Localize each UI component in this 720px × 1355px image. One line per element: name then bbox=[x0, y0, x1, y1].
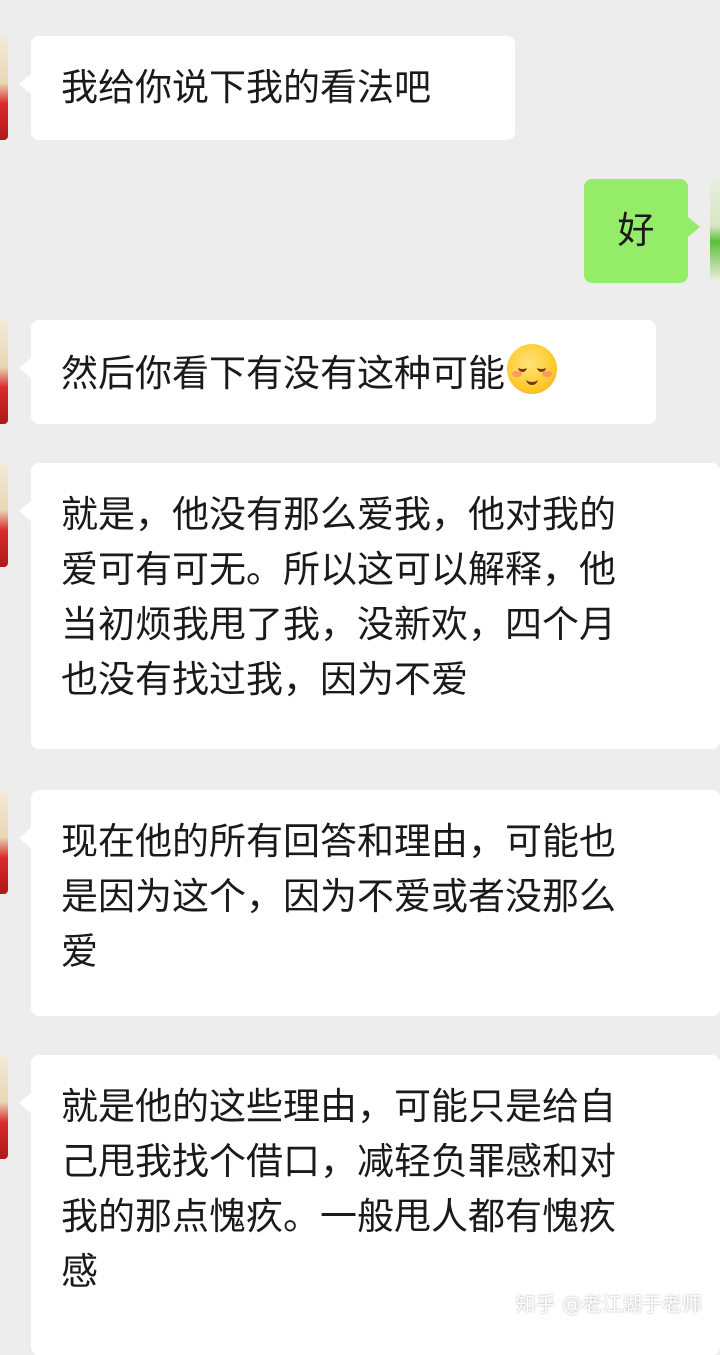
contact-avatar[interactable] bbox=[0, 790, 8, 894]
message-line: 当初烦我甩了我，没新欢，四个月 bbox=[61, 603, 616, 646]
message-bubble-incoming[interactable]: 我给你说下我的看法吧 bbox=[19, 36, 515, 140]
contact-avatar[interactable] bbox=[0, 1055, 8, 1159]
message-bubble-incoming[interactable]: 然后你看下有没有这种可能 bbox=[19, 320, 656, 424]
message-line: 好 bbox=[617, 209, 655, 252]
message-line: 也没有找过我，因为不爱 bbox=[61, 658, 468, 701]
message-line: 就是他的这些理由，可能只是给自 bbox=[61, 1085, 616, 1128]
smiling-face-with-blush-emoji bbox=[507, 344, 557, 394]
message-line: 己甩我找个借口，减轻负罪感和对 bbox=[61, 1140, 616, 1183]
message-bubble-incoming[interactable]: 就是，他没有那么爱我，他对我的 爱可有可无。所以这可以解释，他 当初烦我甩了我，… bbox=[19, 463, 720, 749]
my-avatar[interactable] bbox=[710, 179, 720, 283]
message-bubble-incoming[interactable]: 现在他的所有回答和理由，可能也 是因为这个，因为不爱或者没那么 爱 bbox=[19, 790, 720, 1016]
contact-avatar[interactable] bbox=[0, 320, 8, 424]
message-line: 爱 bbox=[61, 930, 98, 973]
message-bubble-outgoing[interactable]: 好 bbox=[584, 179, 700, 283]
message-text: 然后你看下有没有这种可能 bbox=[61, 352, 505, 395]
message-line: 现在他的所有回答和理由，可能也 bbox=[61, 820, 616, 863]
message-line: 是因为这个，因为不爱或者没那么 bbox=[61, 875, 616, 918]
watermark-text: 知乎 @老江湖于老师 bbox=[515, 1292, 702, 1316]
message-line: 就是，他没有那么爱我，他对我的 bbox=[61, 493, 616, 536]
message-line: 我的那点愧疚。一般甩人都有愧疚 bbox=[61, 1195, 616, 1238]
message-line: 爱可有可无。所以这可以解释，他 bbox=[61, 548, 616, 591]
contact-avatar[interactable] bbox=[0, 463, 8, 567]
contact-avatar[interactable] bbox=[0, 36, 8, 140]
message-line: 然后你看下有没有这种可能 bbox=[61, 344, 626, 401]
message-line: 我给你说下我的看法吧 bbox=[61, 66, 431, 109]
